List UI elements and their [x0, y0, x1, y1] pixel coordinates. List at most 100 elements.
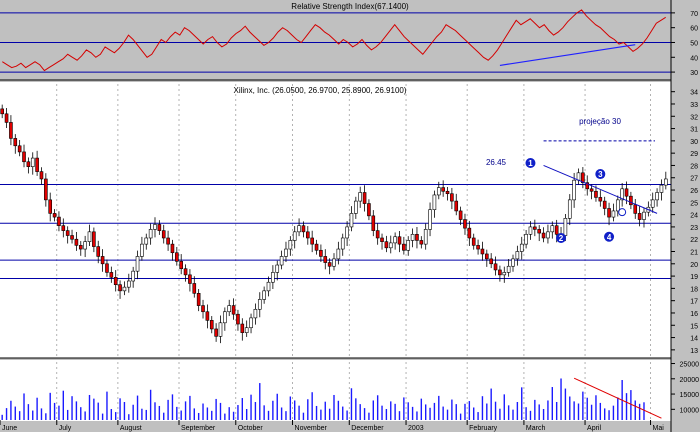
candle — [384, 241, 389, 249]
point-label: 3 — [598, 170, 603, 179]
candle — [126, 280, 131, 288]
candle — [537, 229, 542, 234]
candle — [109, 272, 114, 278]
candle — [209, 320, 214, 330]
candle — [572, 179, 576, 201]
candle — [188, 274, 192, 284]
price-tick-label: 19 — [690, 274, 698, 281]
candle — [450, 193, 454, 202]
price-tick-label: 23 — [690, 225, 698, 232]
candle — [371, 215, 376, 231]
rsi-tick-label: 50 — [690, 40, 698, 47]
candle — [78, 245, 83, 250]
candle — [511, 258, 515, 267]
price-tick-label: 34 — [690, 90, 698, 97]
candle — [301, 225, 306, 233]
price-tick-label: 18 — [690, 286, 698, 293]
rsi-panel — [0, 0, 671, 80]
candle — [227, 305, 232, 313]
price-tick-label: 21 — [690, 250, 698, 257]
candle — [410, 233, 415, 241]
candle — [39, 171, 44, 180]
candle — [567, 199, 572, 219]
candle — [0, 108, 4, 115]
candle — [166, 237, 170, 245]
candle — [17, 145, 22, 153]
price-tick-label: 13 — [690, 348, 698, 355]
candle — [113, 277, 118, 285]
price-tick-label: 22 — [690, 237, 698, 244]
candle — [594, 190, 598, 198]
candle — [489, 258, 493, 265]
candle — [388, 242, 393, 249]
candle — [502, 272, 507, 276]
candle — [554, 225, 559, 235]
candle — [506, 265, 511, 273]
candle — [428, 209, 432, 230]
price-tick-label: 30 — [690, 139, 698, 146]
candle — [148, 229, 153, 239]
candle — [244, 327, 249, 333]
x-tick-label: April — [587, 425, 601, 432]
candle — [375, 230, 380, 239]
candle — [415, 233, 419, 241]
candle — [52, 213, 57, 218]
candle — [35, 157, 39, 172]
x-tick-label: March — [526, 425, 546, 432]
candle — [4, 113, 9, 123]
candle — [87, 231, 92, 242]
rsi-tick-label: 60 — [690, 26, 698, 33]
candle — [157, 224, 162, 231]
candle — [533, 226, 537, 230]
candle — [528, 226, 533, 235]
candle — [659, 184, 664, 193]
candle — [288, 240, 293, 250]
candle — [170, 243, 175, 254]
candle — [655, 192, 659, 201]
candle — [153, 224, 157, 230]
candle — [402, 243, 406, 251]
volume-tick-label: 20000 — [680, 377, 700, 384]
candle — [231, 305, 236, 315]
candle — [607, 208, 611, 218]
candle — [598, 197, 603, 202]
candle — [161, 230, 166, 239]
candle — [13, 138, 18, 147]
price-tick-label: 33 — [690, 102, 698, 109]
resistance-level-label: 26.45 — [486, 158, 507, 167]
candle — [183, 268, 188, 276]
candle — [664, 178, 668, 186]
candle — [306, 231, 310, 239]
candle — [48, 199, 53, 214]
x-tick-label: February — [469, 425, 498, 432]
rsi-tick-label: 70 — [690, 11, 698, 18]
candle — [602, 200, 607, 209]
candle — [214, 328, 218, 337]
candle — [576, 172, 581, 181]
candle — [57, 216, 61, 226]
candle — [589, 188, 594, 192]
candle — [397, 236, 402, 245]
candle — [336, 248, 341, 260]
stock-chart: 1234 30405060701314151617181920212223242… — [0, 0, 700, 432]
candle — [236, 313, 240, 325]
candle — [271, 272, 275, 283]
candle — [275, 264, 280, 273]
candle — [323, 256, 328, 263]
volume-tick-label: 10000 — [680, 407, 700, 414]
x-tick-label: July — [59, 425, 72, 432]
candle — [354, 200, 358, 214]
x-tick-label: November — [295, 425, 328, 432]
candle — [279, 256, 284, 266]
candle — [436, 187, 441, 196]
candle — [30, 157, 35, 167]
candle — [445, 190, 450, 195]
candle — [292, 231, 297, 241]
candle — [393, 236, 397, 244]
candle — [550, 225, 555, 233]
candle — [319, 249, 323, 257]
x-tick-label: September — [181, 425, 216, 432]
candle — [74, 238, 79, 246]
candle — [327, 262, 332, 267]
point-label: 4 — [607, 233, 612, 242]
